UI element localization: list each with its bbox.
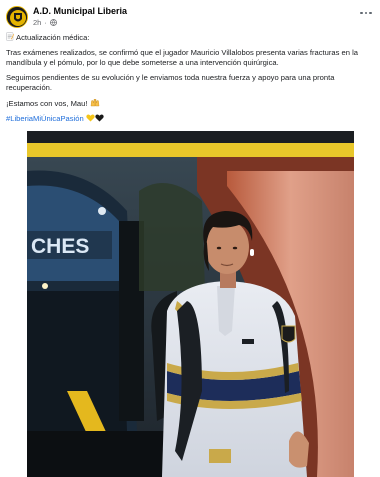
- post-time[interactable]: 2h: [33, 18, 41, 27]
- post-header: A.D. Municipal Liberia 2h ·: [0, 0, 380, 30]
- post-meta: 2h ·: [33, 18, 57, 27]
- yellow-heart-icon: [86, 114, 95, 122]
- memo-icon: [6, 32, 14, 41]
- hashtag-line: #LiberiaMiÚnicaPasión: [6, 114, 374, 124]
- page-name[interactable]: A.D. Municipal Liberia: [33, 6, 127, 16]
- more-options-icon[interactable]: [358, 7, 374, 19]
- bus-sign-text: CHES: [31, 235, 89, 258]
- separator-dot: ·: [44, 18, 47, 27]
- globe-icon: [49, 19, 57, 26]
- black-heart-icon: [95, 114, 104, 122]
- post-text: Actualización médica: Tras exámenes real…: [6, 32, 374, 129]
- club-crest-icon: [7, 7, 27, 27]
- post-paragraph-2: Tras exámenes realizados, se confirmó qu…: [6, 47, 359, 68]
- facebook-post: A.D. Municipal Liberia 2h · Actualizació…: [0, 0, 380, 477]
- post-paragraph: Actualización médica:: [6, 32, 374, 43]
- page-avatar[interactable]: [6, 6, 28, 28]
- post-paragraph-4-wrap: ¡Estamos con vos, Mau!: [6, 98, 374, 109]
- hashtag-link[interactable]: #LiberiaMiÚnicaPasión: [6, 114, 84, 123]
- player-photo-illustration: CHES: [27, 131, 354, 477]
- post-paragraph-4: ¡Estamos con vos, Mau!: [6, 98, 88, 108]
- post-paragraph-1: Actualización médica:: [16, 33, 90, 42]
- raised-hands-icon: [90, 98, 99, 107]
- post-paragraph-3: Seguimos pendientes de su evolución y le…: [6, 72, 335, 93]
- post-photo[interactable]: CHES: [27, 131, 354, 477]
